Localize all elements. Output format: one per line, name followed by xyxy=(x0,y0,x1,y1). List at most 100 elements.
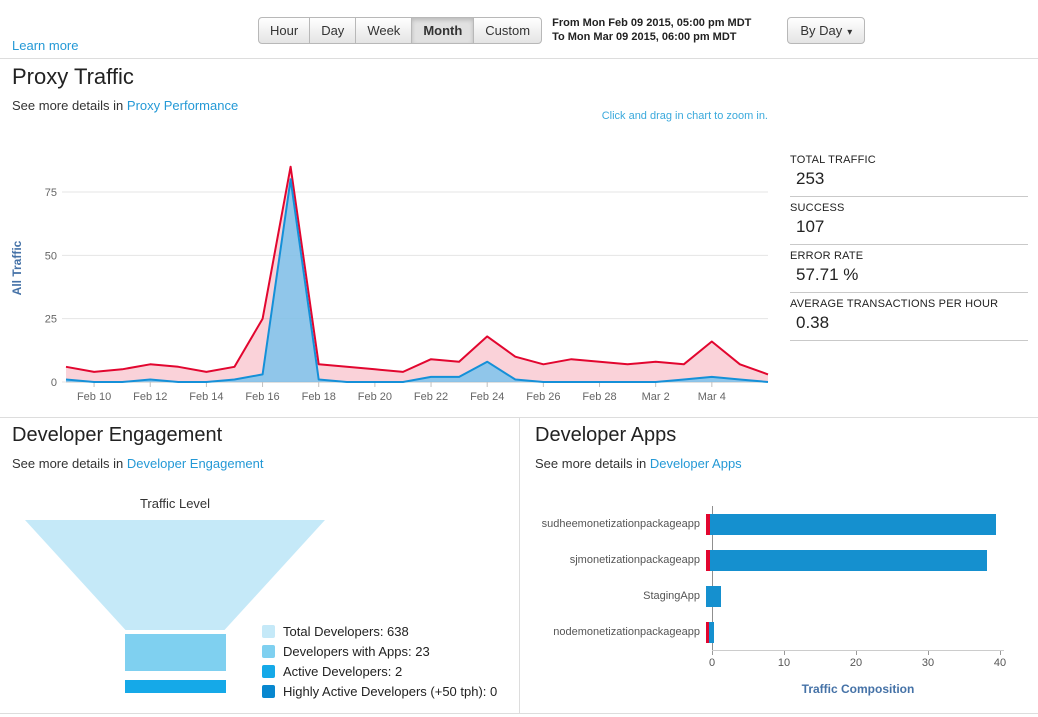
x-tick xyxy=(856,651,857,655)
bar-traffic-segment[interactable] xyxy=(710,550,987,571)
stat-total-traffic: TOTAL TRAFFIC 253 xyxy=(790,149,1028,197)
app-row: sudheemonetizationpackageapp xyxy=(526,506,1031,542)
x-tick xyxy=(1000,651,1001,655)
stat-label: AVERAGE TRANSACTIONS PER HOUR xyxy=(790,298,1028,310)
stat-value: 107 xyxy=(790,217,1028,237)
x-tick-label: 10 xyxy=(778,657,790,669)
svg-text:Feb 22: Feb 22 xyxy=(414,391,448,403)
developer-apps-section: Developer Apps See more details in Devel… xyxy=(521,418,1038,713)
app-row: sjmonetizationpackageapp xyxy=(526,542,1031,578)
funnel-stage-total-developers[interactable] xyxy=(25,520,325,630)
x-tick xyxy=(784,651,785,655)
app-category-label: sudheemonetizationpackageapp xyxy=(526,518,706,530)
developer-engagement-see-more: See more details in Developer Engagement xyxy=(12,456,264,471)
group-by-dropdown[interactable]: By Day▾ xyxy=(787,17,865,44)
legend-swatch xyxy=(262,645,275,658)
legend-label: Highly Active Developers (+50 tph): 0 xyxy=(283,684,497,699)
developer-engagement-section: Developer Engagement See more details in… xyxy=(0,418,520,713)
legend-label: Active Developers: 2 xyxy=(283,664,402,679)
area-success xyxy=(66,179,768,382)
developer-engagement-title: Developer Engagement xyxy=(12,424,222,447)
svg-text:Feb 26: Feb 26 xyxy=(526,391,560,403)
range-button-hour[interactable]: Hour xyxy=(258,17,310,44)
zoom-hint: Click and drag in chart to zoom in. xyxy=(602,110,768,122)
funnel-stage-active-developers[interactable] xyxy=(125,680,226,693)
app-row: StagingApp xyxy=(526,578,1031,614)
legend-label: Developers with Apps: 23 xyxy=(283,644,430,659)
line-success xyxy=(66,179,768,382)
svg-text:Feb 28: Feb 28 xyxy=(582,391,616,403)
bottom-divider xyxy=(0,713,1038,714)
svg-text:Feb 18: Feb 18 xyxy=(302,391,336,403)
app-row: nodemonetizationpackageapp xyxy=(526,614,1031,650)
funnel-chart-title: Traffic Level xyxy=(20,496,330,511)
funnel-legend-item[interactable]: Developers with Apps: 23 xyxy=(262,644,497,659)
funnel-stage-developers-with-apps[interactable] xyxy=(125,634,226,671)
app-traffic-bar xyxy=(706,622,1006,643)
stat-error-rate: ERROR RATE57.71 % xyxy=(790,245,1028,293)
developer-apps-see-more: See more details in Developer Apps xyxy=(535,456,742,471)
stat-value: 57.71 % xyxy=(790,265,1028,285)
developer-apps-title: Developer Apps xyxy=(535,424,676,447)
svg-text:Mar 4: Mar 4 xyxy=(698,391,726,403)
svg-text:75: 75 xyxy=(45,187,57,199)
y-axis-label: All Traffic xyxy=(10,240,24,295)
x-axis: 0 10 20 30 40 xyxy=(712,650,1004,672)
proxy-performance-link[interactable]: Proxy Performance xyxy=(127,98,238,113)
bar-traffic-segment[interactable] xyxy=(706,586,721,607)
legend-swatch xyxy=(262,685,275,698)
range-button-month[interactable]: Month xyxy=(411,17,474,44)
range-button-week[interactable]: Week xyxy=(355,17,412,44)
date-from-label: From Mon Feb 09 2015, 05:00 pm MDT xyxy=(552,16,751,30)
group-by-label: By Day xyxy=(800,23,842,38)
svg-text:25: 25 xyxy=(45,314,57,326)
svg-text:Feb 24: Feb 24 xyxy=(470,391,504,403)
app-traffic-bar xyxy=(706,550,1006,571)
x-tick xyxy=(928,651,929,655)
funnel-legend: Total Developers: 638 Developers with App… xyxy=(262,624,497,704)
svg-text:Feb 20: Feb 20 xyxy=(358,391,392,403)
svg-text:Feb 14: Feb 14 xyxy=(189,391,223,403)
date-range-display: From Mon Feb 09 2015, 05:00 pm MDT To Mo… xyxy=(552,16,751,44)
legend-label: Total Developers: 638 xyxy=(283,624,409,639)
stat-value: 253 xyxy=(790,169,1028,189)
x-axis-title: Traffic Composition xyxy=(712,682,1004,696)
see-more-prefix: See more details in xyxy=(535,456,650,471)
app-category-label: nodemonetizationpackageapp xyxy=(526,626,706,638)
range-button-custom[interactable]: Custom xyxy=(473,17,542,44)
bar-traffic-segment[interactable] xyxy=(710,514,997,535)
stat-label: SUCCESS xyxy=(790,202,1028,214)
developer-apps-chart: sudheemonetizationpackageapp sjmonetizati… xyxy=(526,506,1031,696)
range-button-day[interactable]: Day xyxy=(309,17,356,44)
funnel-legend-item[interactable]: Active Developers: 2 xyxy=(262,664,497,679)
x-tick-label: 30 xyxy=(922,657,934,669)
proxy-traffic-title: Proxy Traffic xyxy=(12,64,134,90)
legend-swatch xyxy=(262,625,275,638)
stat-average-transactions-per-hour: AVERAGE TRANSACTIONS PER HOUR 0.38 xyxy=(790,293,1028,341)
developer-apps-link[interactable]: Developer Apps xyxy=(650,456,742,471)
bar-traffic-segment[interactable] xyxy=(709,622,714,643)
app-traffic-bar xyxy=(706,586,1006,607)
app-traffic-bar xyxy=(706,514,1006,535)
funnel-legend-item[interactable]: Highly Active Developers (+50 tph): 0 xyxy=(262,684,497,699)
legend-swatch xyxy=(262,665,275,678)
stat-label: TOTAL TRAFFIC xyxy=(790,154,1028,166)
stat-value: 0.38 xyxy=(790,313,1028,333)
learn-more-link[interactable]: Learn more xyxy=(12,38,78,53)
funnel-legend-item[interactable]: Total Developers: 638 xyxy=(262,624,497,639)
svg-text:50: 50 xyxy=(45,250,57,262)
see-more-prefix: See more details in xyxy=(12,98,127,113)
svg-text:0: 0 xyxy=(51,377,57,389)
time-controls: HourDayWeekMonthCustom From Mon Feb 09 2… xyxy=(258,17,865,44)
app-category-label: sjmonetizationpackageapp xyxy=(526,554,706,566)
x-tick-label: 20 xyxy=(850,657,862,669)
x-tick-label: 40 xyxy=(994,657,1006,669)
developer-engagement-link[interactable]: Developer Engagement xyxy=(127,456,264,471)
svg-text:Feb 12: Feb 12 xyxy=(133,391,167,403)
top-toolbar: Learn more HourDayWeekMonthCustom From M… xyxy=(0,0,1038,59)
x-tick xyxy=(712,651,713,655)
date-to-label: To Mon Mar 09 2015, 06:00 pm MDT xyxy=(552,30,751,44)
proxy-traffic-chart[interactable]: 0255075Feb 10Feb 12Feb 14Feb 16Feb 18Feb… xyxy=(8,132,780,404)
area-all-traffic xyxy=(66,167,768,382)
x-tick-label: 0 xyxy=(709,657,715,669)
